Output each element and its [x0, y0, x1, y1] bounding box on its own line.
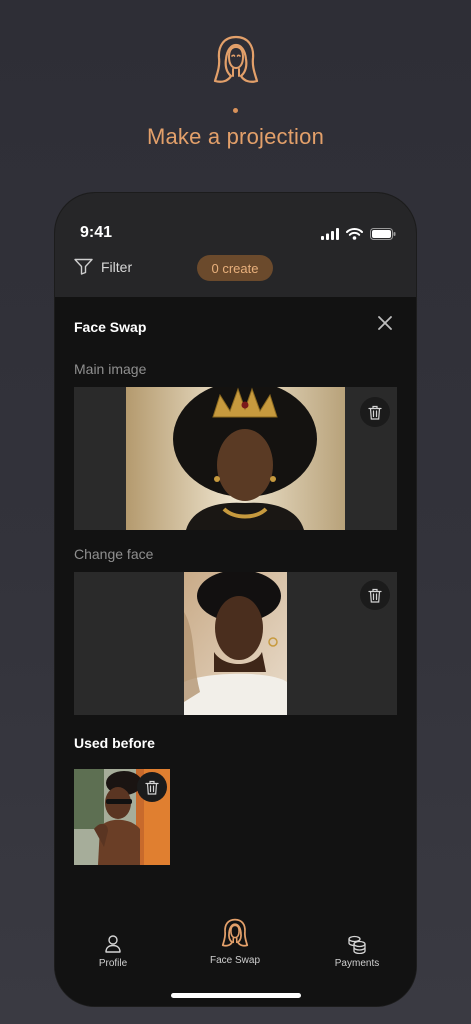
tab-profile-label: Profile [98, 958, 128, 969]
wifi-icon [346, 228, 363, 240]
tab-face-swap[interactable]: Face Swap [180, 917, 290, 966]
decorative-dot [233, 108, 238, 113]
used-before-heading: Used before [74, 735, 155, 751]
signal-icon [321, 228, 339, 240]
change-face-portrait [184, 572, 287, 715]
filter-icon [74, 258, 93, 275]
filter-label: Filter [101, 258, 133, 275]
main-image-portrait [126, 387, 345, 530]
phone-frame: 9:41 Filter 0 create Face Swap Main imag… [55, 193, 416, 1006]
change-face-label: Change face [74, 546, 154, 562]
trash-icon [368, 405, 382, 420]
tab-payments-label: Payments [334, 958, 380, 969]
used-before-thumbnail[interactable] [74, 769, 170, 865]
change-face-slot[interactable] [74, 572, 397, 715]
status-bar-area: 9:41 Filter 0 create [55, 193, 416, 297]
main-image-slot[interactable] [74, 387, 397, 530]
sheet-title: Face Swap [74, 319, 147, 335]
coins-icon [348, 935, 366, 954]
face-swap-sheet: Face Swap Main image Change face Used be… [55, 297, 416, 1006]
tab-payments[interactable]: Payments [302, 934, 412, 969]
trash-icon [145, 780, 159, 795]
delete-change-face-button[interactable] [360, 580, 390, 610]
close-button[interactable] [375, 313, 395, 333]
battery-icon [370, 228, 396, 240]
trash-icon [368, 588, 382, 603]
filter-button[interactable]: Filter [74, 258, 132, 275]
close-icon [378, 316, 392, 330]
status-icons [321, 227, 396, 241]
main-image-label: Main image [74, 361, 147, 377]
home-indicator [171, 993, 301, 998]
face-swap-icon [221, 918, 249, 947]
page-headline: Make a projection [146, 124, 325, 149]
delete-used-before-button[interactable] [137, 772, 167, 802]
create-count-badge[interactable]: 0 create [197, 255, 273, 281]
status-time: 9:41 [80, 224, 113, 241]
tab-face-swap-label: Face Swap [209, 955, 261, 966]
person-icon [105, 935, 121, 953]
tab-profile[interactable]: Profile [58, 934, 168, 969]
app-logo-icon [212, 34, 260, 86]
delete-main-image-button[interactable] [360, 397, 390, 427]
